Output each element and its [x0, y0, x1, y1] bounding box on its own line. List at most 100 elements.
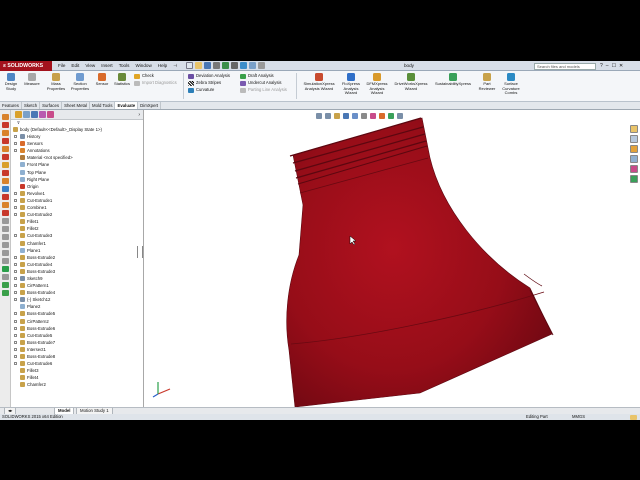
check-button[interactable]: Check [134, 73, 154, 79]
menu-tools[interactable]: Tools [116, 61, 133, 71]
tree-item[interactable]: Material <not specified> [11, 154, 143, 161]
solidworks-logo[interactable]: ƨ SOLIDWORKS [0, 61, 52, 71]
zoom-to-fit-icon[interactable] [316, 113, 322, 119]
section-view-icon[interactable] [343, 113, 349, 119]
expand-toggle-icon[interactable] [14, 319, 17, 323]
floxpress-button[interactable]: FloXpress Analysis Wizard [339, 73, 363, 96]
appearances-scenes-icon[interactable] [630, 165, 638, 173]
view-orientation-icon[interactable] [352, 113, 358, 119]
tree-item[interactable]: Boss-Extrude4 [11, 289, 143, 296]
menu-help[interactable]: Help [155, 61, 170, 71]
tree-item[interactable]: Chamfer1 [11, 240, 143, 247]
tree-item[interactable]: Fillet4 [11, 374, 143, 381]
design-study-button[interactable]: Design Study [1, 73, 21, 91]
menu-window[interactable]: Window [132, 61, 154, 71]
options-gear-icon[interactable] [258, 62, 265, 69]
rebuild-status-icon[interactable] [630, 414, 637, 420]
expand-toggle-icon[interactable] [14, 312, 17, 316]
expand-toggle-icon[interactable] [14, 340, 17, 344]
spline-tool-icon[interactable] [2, 162, 9, 168]
arc-tool-icon[interactable] [2, 154, 9, 160]
dfmxpress-button[interactable]: DFMXpress Analysis Wizard [364, 73, 390, 96]
menu-view[interactable]: View [82, 61, 98, 71]
tree-item[interactable]: Combine1 [11, 204, 143, 211]
expand-toggle-icon[interactable] [14, 362, 17, 366]
rapid-sketch-icon[interactable] [2, 282, 9, 288]
import-diagnostics-button[interactable]: Import Diagnostics [134, 80, 177, 86]
tab-mold-tools[interactable]: Mold Tools [90, 102, 116, 109]
custom-properties-icon[interactable] [630, 175, 638, 183]
expand-toggle-icon[interactable] [14, 213, 17, 217]
tab-surfaces[interactable]: Surfaces [40, 102, 63, 109]
tree-item[interactable]: Top Plane [11, 169, 143, 176]
tree-item[interactable]: Annotations [11, 147, 143, 154]
expand-toggle-icon[interactable] [14, 284, 17, 288]
extrude-tool-icon[interactable] [2, 266, 9, 272]
sketch-tool-icon[interactable] [2, 114, 9, 120]
menu-edit[interactable]: Edit [68, 61, 82, 71]
solidworks-resources-icon[interactable] [630, 125, 638, 133]
tree-item[interactable]: Cut-Extrude3 [11, 232, 143, 239]
trim-tool-icon[interactable] [2, 170, 9, 176]
convert-entities-icon[interactable] [2, 274, 9, 280]
feature-manager-tab-icon[interactable] [15, 111, 22, 118]
point-tool-icon[interactable] [2, 234, 9, 240]
expand-toggle-icon[interactable] [14, 333, 17, 337]
configuration-manager-tab-icon[interactable] [31, 111, 38, 118]
menu-pin-icon[interactable]: ⊣ [170, 61, 180, 71]
view-settings-icon[interactable] [397, 113, 403, 119]
expand-toggle-icon[interactable] [14, 276, 17, 280]
red-bottle-body-model[interactable] [286, 117, 554, 408]
deviation-analysis-button[interactable]: Deviation Analysis [188, 73, 230, 79]
expand-toggle-icon[interactable] [14, 347, 17, 351]
tree-item[interactable]: Cut-Extrude1 [11, 197, 143, 204]
help-button[interactable]: ? [600, 61, 603, 71]
undercut-analysis-button[interactable]: Undercut Analysis [240, 80, 282, 86]
tree-item[interactable]: Cut-Extrude2 [11, 211, 143, 218]
tab-sketch[interactable]: Sketch [22, 102, 41, 109]
expand-toggle-icon[interactable] [14, 269, 17, 273]
tree-item[interactable]: Right Plane [11, 176, 143, 183]
new-document-icon[interactable] [186, 62, 193, 69]
simulationxpress-button[interactable]: SimulationXpress Analysis Wizard [300, 73, 338, 91]
tree-item[interactable]: Plane1 [11, 247, 143, 254]
instant2d-icon[interactable] [2, 290, 9, 296]
tree-item[interactable]: Cut-Extrude4 [11, 261, 143, 268]
tree-item[interactable]: Fillet3 [11, 367, 143, 374]
maximize-button[interactable]: ☐ [612, 61, 616, 71]
sensor-button[interactable]: Sensor [92, 73, 112, 87]
tree-item[interactable]: Sketch9 [11, 275, 143, 282]
search-input[interactable]: Search files and models [534, 62, 596, 70]
tree-item[interactable]: Revolve1 [11, 190, 143, 197]
rectangle-tool-icon[interactable] [2, 138, 9, 144]
tree-item[interactable]: Plane2 [11, 303, 143, 310]
tree-root-part[interactable]: body (Default<<Default>_Display State 1>… [11, 126, 143, 133]
dimxpert-manager-tab-icon[interactable] [39, 111, 46, 118]
tab-features[interactable]: Features [0, 102, 22, 109]
tree-item[interactable]: Boss-Extrude3 [11, 268, 143, 275]
hide-show-items-icon[interactable] [370, 113, 376, 119]
tree-item[interactable]: Boss-Extrude2 [11, 254, 143, 261]
model-viewport-canvas[interactable] [144, 110, 640, 408]
view-palette-icon[interactable] [630, 155, 638, 163]
expand-toggle-icon[interactable] [14, 355, 17, 358]
construction-geometry-icon[interactable] [2, 226, 9, 232]
open-folder-icon[interactable] [195, 62, 202, 69]
expand-toggle-icon[interactable] [14, 149, 17, 153]
expand-toggle-icon[interactable] [14, 198, 17, 202]
tree-item[interactable]: Cut-Extrude6 [11, 360, 143, 367]
expand-toggle-icon[interactable] [14, 326, 17, 330]
tree-item[interactable]: Boss-Extrude8 [11, 353, 143, 360]
expand-toggle-icon[interactable] [14, 206, 17, 210]
tree-item[interactable]: (-) Sketch12 [11, 296, 143, 303]
expand-toggle-icon[interactable] [14, 298, 17, 302]
tree-item[interactable]: Boss-Extrude5 [11, 310, 143, 317]
expand-toggle-icon[interactable] [14, 234, 17, 238]
tab-sheet-metal[interactable]: Sheet Metal [62, 102, 91, 109]
measure-button[interactable]: Measure [22, 73, 42, 87]
property-manager-tab-icon[interactable] [23, 111, 30, 118]
close-button[interactable]: ✕ [619, 61, 623, 71]
status-units[interactable]: MMGS [572, 414, 585, 420]
sustainabilityxpress-button[interactable]: SustainabilityXpress [432, 73, 474, 87]
panel-expand-chevron-icon[interactable]: › [138, 112, 140, 118]
